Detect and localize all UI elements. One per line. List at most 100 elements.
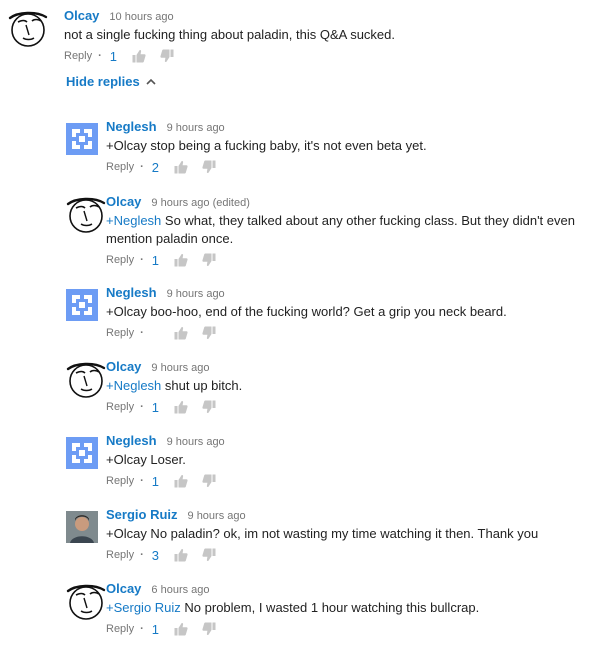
like-count: 1 (109, 48, 118, 64)
thumbs-down-icon[interactable] (202, 253, 216, 267)
comment-timestamp[interactable]: 9 hours ago (167, 288, 225, 300)
comment-text-body: +Olcay Loser. (106, 452, 186, 467)
thumbs-down-icon[interactable] (202, 160, 216, 174)
separator-dot: · (140, 161, 144, 173)
like-count: 1 (151, 252, 160, 268)
reply-comment: Olcay 9 hours ago (edited) +Neglesh So wha… (66, 194, 576, 270)
sketch-face-icon (66, 581, 106, 621)
separator-dot: · (140, 401, 144, 413)
thumbs-up-icon[interactable] (174, 474, 188, 488)
like-count: 1 (151, 473, 160, 489)
separator-dot: · (140, 327, 144, 339)
separator-dot: · (140, 549, 144, 561)
reply-button[interactable]: Reply (106, 401, 134, 413)
comment-author[interactable]: Neglesh (106, 285, 157, 300)
thumbs-up-icon[interactable] (174, 622, 188, 636)
avatar[interactable] (66, 511, 98, 543)
separator-dot: · (140, 623, 144, 635)
thumbs-down-icon[interactable] (202, 548, 216, 562)
comment-text-body: So what, they talked about any other fuc… (106, 213, 575, 246)
reply-button[interactable]: Reply (64, 50, 92, 62)
comment-timestamp[interactable]: 9 hours ago (151, 362, 209, 374)
thumbs-down-icon[interactable] (160, 49, 174, 63)
comment-author[interactable]: Olcay (106, 581, 141, 596)
top-comment: Olcay 10 hours ago not a single fucking … (8, 8, 395, 66)
avatar[interactable] (66, 194, 106, 234)
like-count: 2 (151, 159, 160, 175)
reply-comment: Neglesh 9 hours ago +Olcay Loser. Reply · 1 (66, 433, 576, 491)
sketch-face-icon (8, 8, 48, 48)
thumbs-up-icon[interactable] (174, 160, 188, 174)
comment-author[interactable]: Sergio Ruiz (106, 507, 178, 522)
avatar[interactable] (66, 123, 98, 155)
reply-button[interactable]: Reply (106, 475, 134, 487)
comment-text: +Olcay No paladin? ok, im not wasting my… (106, 525, 576, 543)
reply-comment: Neglesh 9 hours ago +Olcay boo-hoo, end of… (66, 285, 576, 343)
grid-avatar-icon (66, 123, 98, 155)
thumbs-down-icon[interactable] (202, 622, 216, 636)
comment-text: +Neglesh shut up bitch. (106, 377, 576, 395)
reply-comment: Sergio Ruiz 9 hours ago +Olcay No paladin?… (66, 507, 576, 565)
reply-comment: Olcay 9 hours ago +Neglesh shut up bitch. R… (66, 359, 576, 417)
sketch-face-icon (66, 359, 106, 399)
avatar[interactable] (66, 359, 106, 399)
thumbs-down-icon[interactable] (202, 326, 216, 340)
profile-photo-icon (66, 511, 98, 543)
comment-timestamp[interactable]: 9 hours ago (167, 122, 225, 134)
sketch-face-icon (66, 194, 106, 234)
comment-text: not a single fucking thing about paladin… (64, 27, 395, 42)
avatar[interactable] (8, 8, 48, 48)
separator-dot: · (140, 254, 144, 266)
hide-replies-button[interactable]: Hide replies (66, 74, 156, 89)
comment-text: +Olcay Loser. (106, 451, 576, 469)
reply-comment: Neglesh 9 hours ago +Olcay stop being a fu… (66, 119, 576, 177)
grid-avatar-icon (66, 437, 98, 469)
reply-button[interactable]: Reply (106, 254, 134, 266)
hide-replies-label: Hide replies (66, 74, 140, 89)
like-count: 1 (151, 399, 160, 415)
comment-text-body: +Olcay No paladin? ok, im not wasting my… (106, 526, 539, 541)
chevron-up-icon (146, 78, 156, 85)
comment-author[interactable]: Neglesh (106, 119, 157, 134)
thumbs-up-icon[interactable] (174, 548, 188, 562)
like-count: 1 (151, 621, 160, 637)
comment-timestamp[interactable]: 9 hours ago (167, 436, 225, 448)
thumbs-up-icon[interactable] (174, 253, 188, 267)
comment-author[interactable]: Neglesh (106, 433, 157, 448)
avatar[interactable] (66, 437, 98, 469)
avatar[interactable] (66, 289, 98, 321)
comment-text-body: +Olcay boo-hoo, end of the fucking world… (106, 304, 507, 319)
thumbs-down-icon[interactable] (202, 474, 216, 488)
reply-button[interactable]: Reply (106, 161, 134, 173)
mention-link[interactable]: +Neglesh (106, 213, 161, 228)
comment-timestamp[interactable]: 9 hours ago (edited) (151, 197, 249, 209)
thumbs-up-icon[interactable] (174, 400, 188, 414)
mention-link[interactable]: +Neglesh (106, 378, 161, 393)
reply-button[interactable]: Reply (106, 623, 134, 635)
comment-timestamp[interactable]: 9 hours ago (188, 510, 246, 522)
reply-button[interactable]: Reply (106, 549, 134, 561)
comment-text: +Olcay stop being a fucking baby, it's n… (106, 137, 576, 155)
separator-dot: · (98, 50, 102, 62)
thumbs-up-icon[interactable] (132, 49, 146, 63)
thumbs-up-icon[interactable] (174, 326, 188, 340)
avatar[interactable] (66, 581, 106, 621)
comment-text-body: No problem, I wasted 1 hour watching thi… (180, 600, 480, 615)
comment-text-body: shut up bitch. (161, 378, 243, 393)
comment-text: +Sergio Ruiz No problem, I wasted 1 hour… (106, 599, 576, 617)
grid-avatar-icon (66, 289, 98, 321)
comment-text: +Olcay boo-hoo, end of the fucking world… (106, 303, 576, 321)
comment-text: +Neglesh So what, they talked about any … (106, 212, 576, 248)
like-count: 3 (151, 547, 160, 563)
comment-author[interactable]: Olcay (106, 194, 141, 209)
separator-dot: · (140, 475, 144, 487)
comment-timestamp[interactable]: 10 hours ago (109, 11, 173, 23)
comment-timestamp[interactable]: 6 hours ago (151, 584, 209, 596)
comment-author[interactable]: Olcay (106, 359, 141, 374)
thumbs-down-icon[interactable] (202, 400, 216, 414)
mention-link[interactable]: +Sergio Ruiz (106, 600, 181, 615)
comment-text-body: +Olcay stop being a fucking baby, it's n… (106, 138, 427, 153)
reply-comment: Olcay 6 hours ago +Sergio Ruiz No problem,… (66, 581, 576, 639)
comment-author[interactable]: Olcay (64, 8, 99, 23)
reply-button[interactable]: Reply (106, 327, 134, 339)
